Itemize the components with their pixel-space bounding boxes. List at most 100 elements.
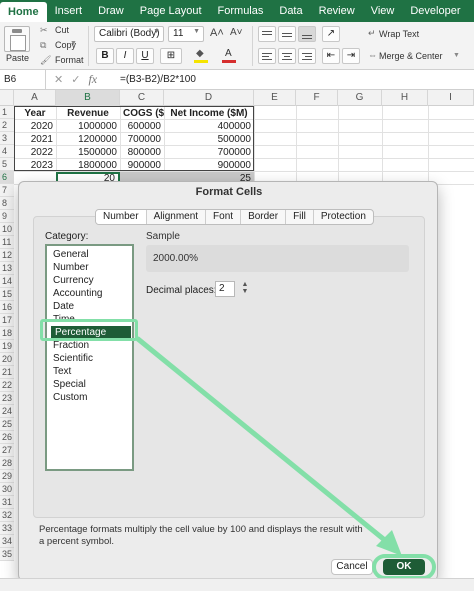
row-header[interactable]: 18 — [0, 327, 14, 340]
align-middle-icon[interactable] — [278, 26, 296, 42]
merge-center-icon[interactable]: ⇔ — [368, 50, 377, 60]
cell[interactable]: 2023 — [14, 159, 56, 172]
row-header[interactable]: 8 — [0, 197, 14, 210]
tab-insert[interactable]: Insert — [47, 0, 91, 22]
fill-color-icon[interactable]: ◆ — [192, 48, 212, 64]
tab-alignment[interactable]: Alignment — [147, 210, 207, 224]
row-header[interactable]: 13 — [0, 262, 14, 275]
column-header-d[interactable]: D — [164, 90, 254, 106]
paste-icon[interactable] — [4, 26, 30, 52]
row-header[interactable]: 19 — [0, 340, 14, 353]
italic-button[interactable]: I — [116, 48, 134, 64]
row-header[interactable]: 30 — [0, 483, 14, 496]
row-header[interactable]: 12 — [0, 249, 14, 262]
tab-review[interactable]: Review — [311, 0, 363, 22]
row-header[interactable]: 34 — [0, 535, 14, 548]
merge-center-label[interactable]: Merge & Center — [379, 51, 443, 61]
column-header-e[interactable]: E — [254, 90, 296, 106]
shrink-font-icon[interactable]: A˅ — [230, 27, 243, 38]
stepper-up-icon[interactable]: ▲ — [241, 281, 249, 288]
tab-font[interactable]: Font — [206, 210, 242, 224]
tab-number[interactable]: Number — [96, 210, 147, 224]
align-left-icon[interactable] — [258, 48, 276, 64]
grow-font-icon[interactable]: A˄ — [210, 27, 224, 39]
row-header[interactable]: 4 — [0, 145, 14, 158]
category-list[interactable]: General Number Currency Accounting Date … — [45, 244, 134, 471]
category-item-custom[interactable]: Custom — [53, 392, 87, 403]
tab-protection[interactable]: Protection — [314, 210, 373, 224]
column-header-i[interactable]: I — [428, 90, 474, 106]
chevron-down-icon[interactable]: ▼ — [453, 52, 460, 59]
decimal-places-stepper[interactable]: ▲ ▼ — [241, 281, 249, 297]
row-header[interactable]: 27 — [0, 444, 14, 457]
cell[interactable]: 400000 — [164, 120, 254, 133]
bold-button[interactable]: B — [96, 48, 114, 64]
cell[interactable]: 900000 — [120, 159, 164, 172]
row-header[interactable]: 32 — [0, 509, 14, 522]
underline-button[interactable]: U — [136, 48, 154, 64]
row-header[interactable]: 24 — [0, 405, 14, 418]
cell[interactable]: 500000 — [164, 133, 254, 146]
cell[interactable]: 800000 — [120, 146, 164, 159]
table-header-cell[interactable]: COGS ($M) — [120, 107, 164, 120]
cell[interactable]: 2020 — [14, 120, 56, 133]
cell[interactable]: 900000 — [164, 159, 254, 172]
row-header[interactable]: 5 — [0, 158, 14, 171]
table-header-cell[interactable]: Revenue — [56, 107, 120, 120]
row-header[interactable]: 28 — [0, 457, 14, 470]
row-header[interactable]: 25 — [0, 418, 14, 431]
table-header-cell[interactable]: Year — [14, 107, 56, 120]
column-header-b[interactable]: B — [56, 90, 120, 106]
tab-home[interactable]: Home — [0, 2, 47, 22]
category-item-general[interactable]: General — [53, 249, 89, 260]
column-header-c[interactable]: C — [120, 90, 164, 106]
tab-data[interactable]: Data — [271, 0, 310, 22]
decimal-places-input[interactable]: 2 — [215, 281, 235, 297]
cell[interactable]: 1500000 — [56, 146, 120, 159]
row-header[interactable]: 9 — [0, 210, 14, 223]
format-painter-icon[interactable]: 🖌 — [40, 55, 51, 66]
paste-label[interactable]: Paste — [6, 53, 29, 63]
borders-icon[interactable]: ⊞ — [160, 48, 182, 64]
row-header[interactable]: 10 — [0, 223, 14, 236]
row-header[interactable]: 14 — [0, 275, 14, 288]
tab-border[interactable]: Border — [241, 210, 287, 224]
align-right-icon[interactable] — [298, 48, 316, 64]
row-header[interactable]: 26 — [0, 431, 14, 444]
cut-label[interactable]: Cut — [55, 25, 69, 35]
column-header-g[interactable]: G — [338, 90, 382, 106]
cell[interactable]: 2022 — [14, 146, 56, 159]
row-header[interactable]: 15 — [0, 288, 14, 301]
format-painter-label[interactable]: Format — [55, 55, 84, 65]
tab-formulas[interactable]: Formulas — [210, 0, 272, 22]
cell[interactable]: 1000000 — [56, 120, 120, 133]
cell[interactable]: 2021 — [14, 133, 56, 146]
tab-developer[interactable]: Developer — [402, 0, 468, 22]
column-header-f[interactable]: F — [296, 90, 338, 106]
orientation-icon[interactable]: ↗ — [322, 26, 340, 42]
row-header[interactable]: 6 — [0, 171, 14, 184]
cell[interactable]: 700000 — [120, 133, 164, 146]
column-header-h[interactable]: H — [382, 90, 428, 106]
row-header[interactable]: 31 — [0, 496, 14, 509]
font-color-icon[interactable]: A — [220, 48, 240, 64]
row-header[interactable]: 11 — [0, 236, 14, 249]
category-item-currency[interactable]: Currency — [53, 275, 94, 286]
increase-indent-icon[interactable]: ⇥ — [342, 48, 360, 64]
decrease-indent-icon[interactable]: ⇤ — [322, 48, 340, 64]
align-top-icon[interactable] — [258, 26, 276, 42]
row-header[interactable]: 21 — [0, 366, 14, 379]
font-size-select[interactable]: 11 ▼ — [168, 26, 204, 42]
stepper-down-icon[interactable]: ▼ — [241, 288, 249, 295]
align-bottom-icon[interactable] — [298, 26, 316, 42]
column-header-a[interactable]: A — [14, 90, 56, 106]
table-header-cell[interactable]: Net Income ($M) — [164, 107, 254, 120]
copy-icon[interactable]: ⧉ — [40, 40, 46, 51]
font-name-select[interactable]: Calibri (Body) ▼ — [94, 26, 164, 42]
formula-input[interactable]: =(B3-B2)/B2*100 — [116, 74, 196, 85]
tab-page-layout[interactable]: Page Layout — [132, 0, 210, 22]
tab-fill[interactable]: Fill — [286, 210, 314, 224]
category-item-number[interactable]: Number — [53, 262, 89, 273]
row-header[interactable]: 23 — [0, 392, 14, 405]
row-header[interactable]: 22 — [0, 379, 14, 392]
